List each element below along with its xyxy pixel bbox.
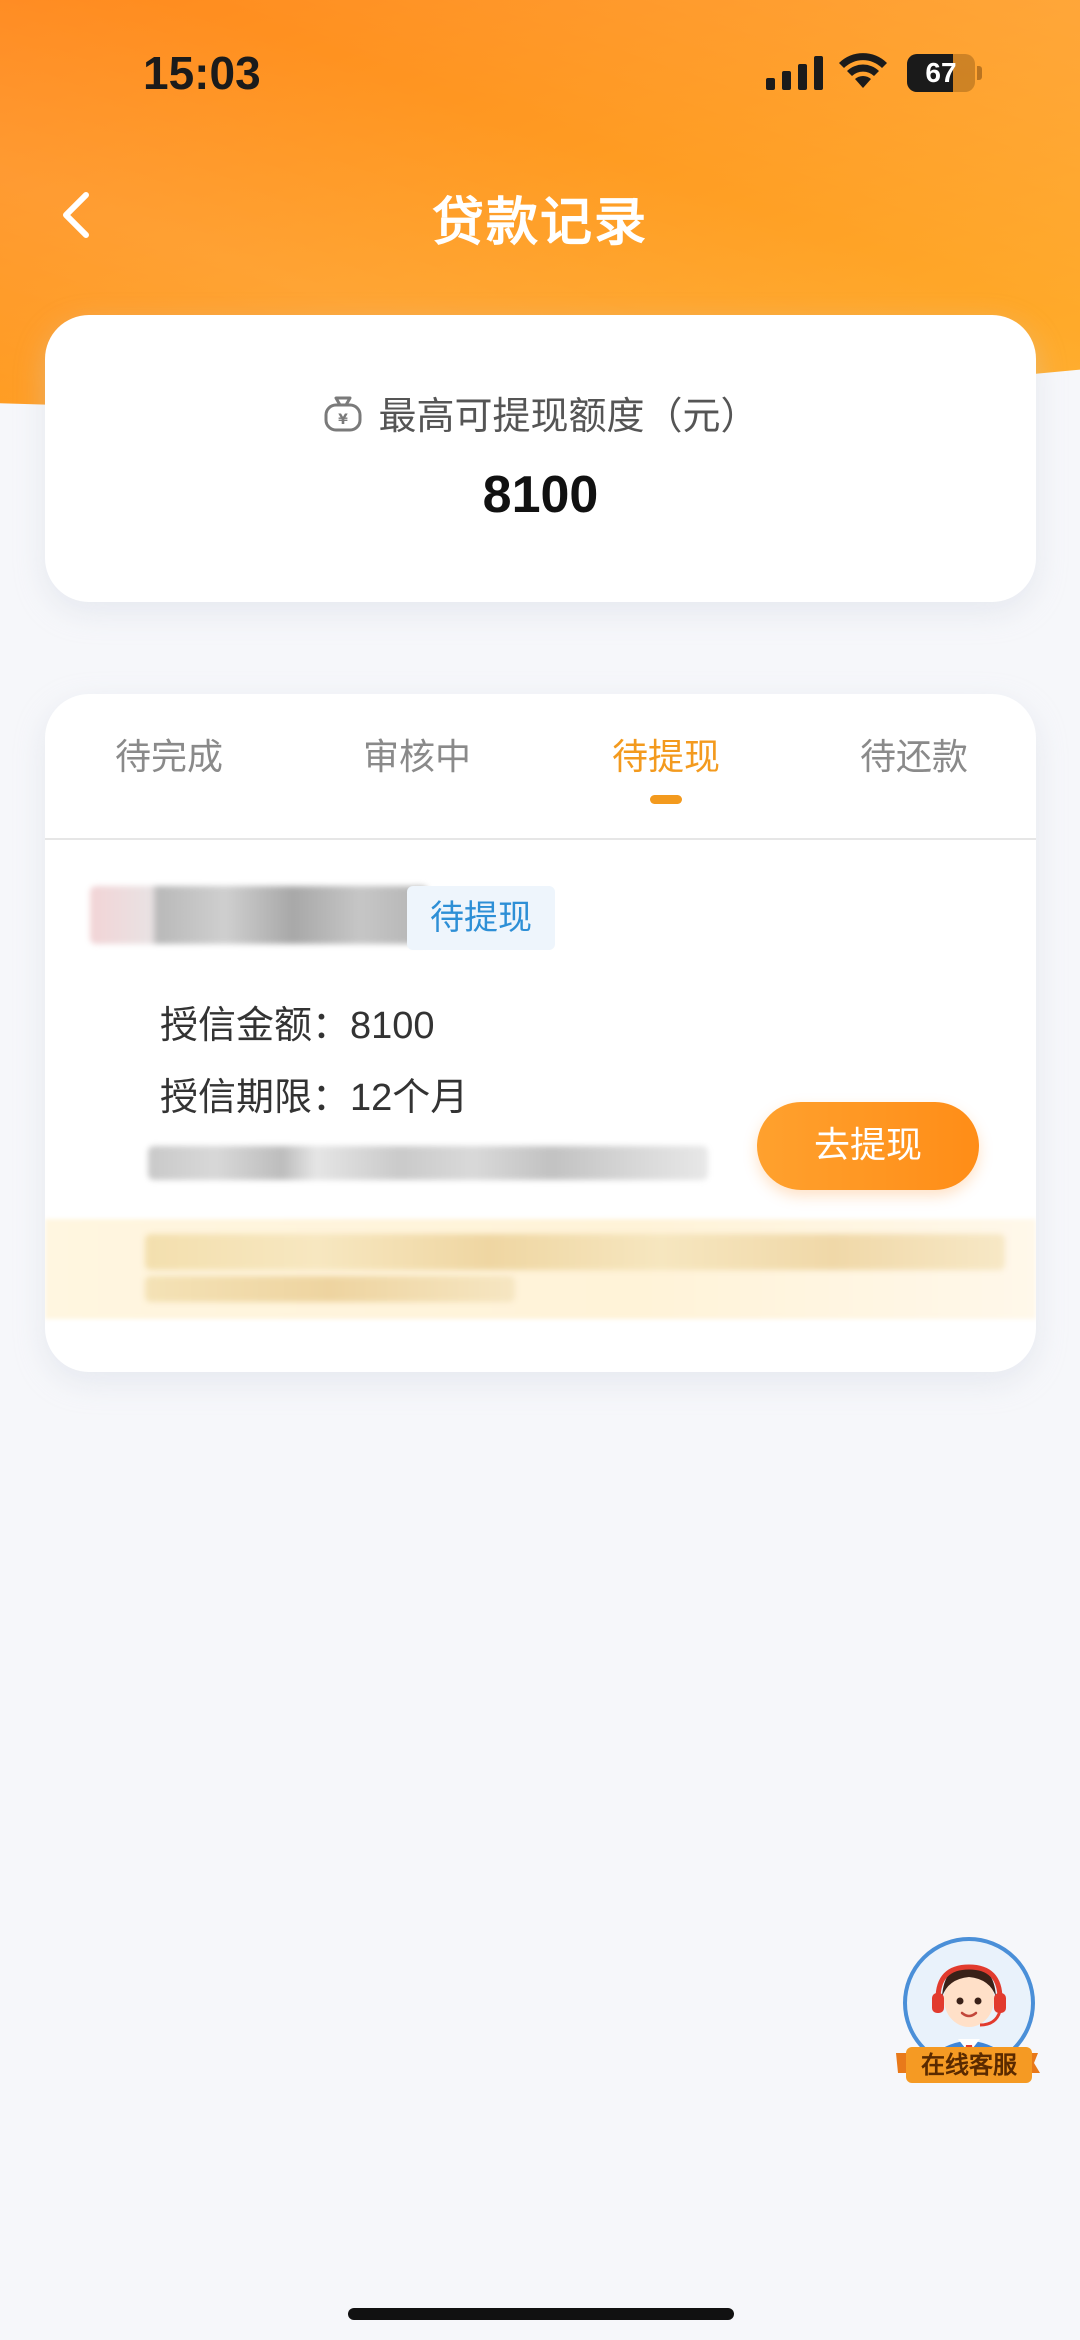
redacted-detail-line bbox=[148, 1146, 708, 1180]
withdraw-button[interactable]: 去提现 bbox=[757, 1102, 979, 1190]
signal-icon bbox=[766, 56, 823, 90]
quota-label: 最高可提现额度（元） bbox=[378, 394, 759, 438]
credit-amount-value: 8100 bbox=[350, 1005, 435, 1047]
quota-card: ¥ 最高可提现额度（元） 8100 bbox=[45, 315, 1036, 602]
status-tabs: 待完成 审核中 待提现 待还款 bbox=[45, 694, 1036, 840]
home-indicator bbox=[348, 2308, 734, 2320]
status-time: 15:03 bbox=[143, 47, 261, 99]
tab-pending-completion[interactable]: 待完成 bbox=[45, 728, 293, 780]
credit-amount-label: 授信金额： bbox=[160, 1003, 351, 1047]
wifi-icon bbox=[839, 53, 887, 88]
money-bag-icon: ¥ bbox=[324, 396, 362, 431]
customer-service-label: 在线客服 bbox=[921, 2051, 1017, 2079]
status-badge: 待提现 bbox=[407, 886, 555, 950]
page-title: 贷款记录 bbox=[431, 193, 648, 253]
credit-term-row: 授信期限：12个月 bbox=[160, 1066, 468, 1121]
status-bar: 15:03 67 bbox=[0, 0, 1080, 140]
svg-text:¥: ¥ bbox=[339, 412, 349, 428]
tab-pending-withdrawal[interactable]: 待提现 bbox=[542, 728, 790, 780]
credit-term-label: 授信期限： bbox=[160, 1075, 351, 1119]
battery-icon: 67 bbox=[907, 54, 983, 92]
credit-amount-row: 授信金额：8100 bbox=[160, 994, 435, 1049]
online-customer-service-button[interactable]: 在线客服 bbox=[892, 1935, 1042, 2095]
quota-label-row: ¥ 最高可提现额度（元） bbox=[45, 385, 1036, 440]
quota-value: 8100 bbox=[482, 466, 599, 524]
redacted-notice-text bbox=[145, 1234, 1005, 1270]
redacted-notice-text-2 bbox=[145, 1276, 515, 1302]
redacted-product-name bbox=[90, 886, 428, 944]
credit-term-value: 12个月 bbox=[350, 1077, 469, 1119]
battery-percent: 67 bbox=[925, 57, 957, 88]
loan-records-card: 待完成 审核中 待提现 待还款 待提现 授信金额：8100 授信期限：12个月 … bbox=[45, 694, 1036, 1372]
tab-pending-repayment[interactable]: 待还款 bbox=[790, 728, 1036, 780]
active-tab-indicator bbox=[650, 795, 682, 804]
tab-under-review[interactable]: 审核中 bbox=[293, 728, 541, 780]
